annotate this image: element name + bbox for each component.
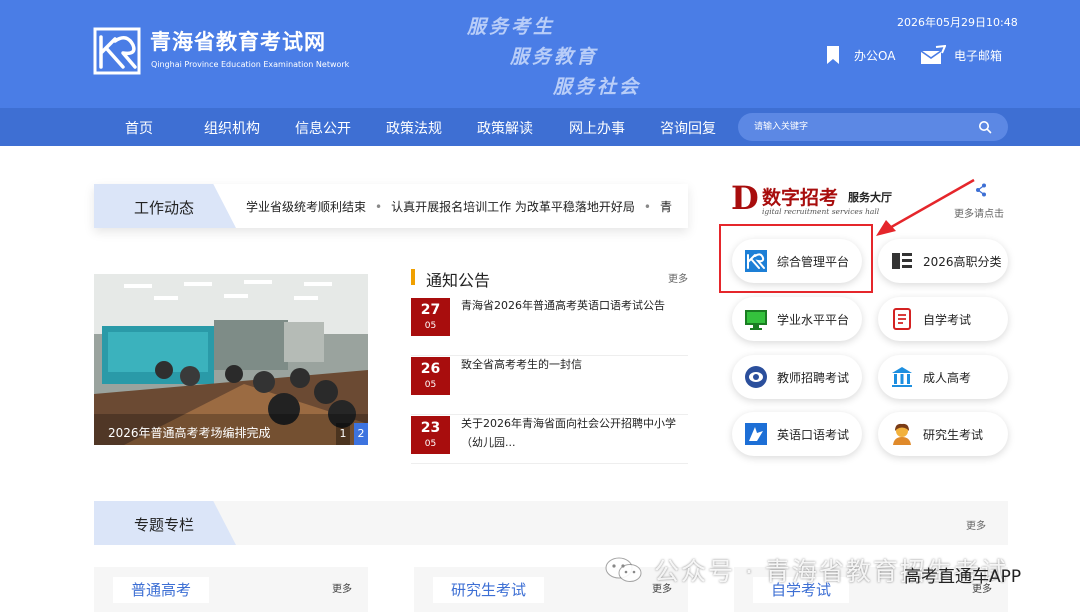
site-logo-icon[interactable] [93, 27, 141, 75]
nav-online-services[interactable]: 网上办事 [569, 118, 625, 138]
notice-day: 27 [420, 302, 441, 318]
graduate-exam-icon [893, 423, 911, 445]
service-vocational-classification[interactable]: 2026高职分类 [878, 239, 1008, 283]
carousel-caption: 2026年普通高考考场编排完成 [108, 426, 271, 440]
service-label: 英语口语考试 [777, 428, 850, 442]
service-english-oral[interactable]: 英语口语考试 [732, 412, 862, 456]
notice-date: 26 05 [411, 357, 450, 395]
service-label: 2026高职分类 [923, 255, 1002, 269]
service-teacher-recruitment[interactable]: 教师招聘考试 [732, 355, 862, 399]
notice-date: 27 05 [411, 298, 450, 336]
notice-title[interactable]: 关于2026年青海省面向社会公开招聘中小学（幼儿园... [461, 414, 686, 452]
work-news-bar: 工作动态 学业省级统考顺利结束 • 认真开展报名培训工作 为改革平稳落地开好局 • 青 [94, 184, 688, 228]
carousel-page-2[interactable]: 2 [354, 423, 368, 445]
ticker-separator: • [643, 200, 651, 214]
search-input[interactable] [754, 119, 964, 135]
notice-title[interactable]: 青海省2026年普通高考英语口语考试公告 [461, 296, 686, 315]
site-subtitle: Qinghai Province Education Examination N… [151, 60, 350, 69]
office-oa-link[interactable]: 办公OA [820, 44, 895, 66]
mail-icon [920, 44, 946, 66]
search-box [738, 113, 1008, 141]
nav-policy-interpretation[interactable]: 政策解读 [477, 118, 533, 138]
hall-logo-letter: D [731, 179, 759, 217]
ticker-item[interactable]: 青 [660, 200, 672, 214]
notices-more-link[interactable]: 更多 [668, 270, 688, 285]
current-datetime: 2026年05月29日10:48 [897, 16, 1018, 29]
service-label: 自学考试 [923, 313, 972, 327]
special-column-bar: 专题专栏 更多 [94, 501, 1008, 545]
service-self-study[interactable]: 自学考试 [878, 297, 1008, 341]
vocational-classification-icon [892, 253, 912, 269]
notices-title: 通知公告 [426, 271, 491, 290]
office-oa-label: 办公OA [854, 48, 896, 63]
special-card-gaokao: 普通高考 更多 [94, 567, 368, 612]
highlight-annotation-box [719, 224, 873, 293]
special-column-label-box: 专题专栏 [94, 501, 236, 545]
carousel-photo [94, 274, 368, 445]
tab-regular-gaokao[interactable]: 普通高考 [113, 577, 210, 603]
news-carousel[interactable]: 2026年普通高考考场编排完成 1 2 [94, 274, 368, 445]
notice-month: 05 [424, 439, 437, 449]
email-label: 电子邮箱 [954, 48, 1003, 63]
notice-day: 26 [420, 361, 441, 377]
email-link[interactable]: 电子邮箱 [920, 44, 1002, 66]
nav-consultation-reply[interactable]: 咨询回复 [660, 118, 716, 138]
special-column-label: 专题专栏 [134, 516, 195, 534]
ticker-separator: • [375, 200, 383, 214]
slogan-students: 服务考生 [467, 16, 556, 38]
wechat-icon [605, 557, 642, 582]
notice-title[interactable]: 致全省高考考生的一封信 [461, 355, 686, 374]
notice-item[interactable]: 26 05 致全省高考考生的一封信 [411, 357, 688, 415]
ticker-item[interactable]: 认真开展报名培训工作 为改革平稳落地开好局 [391, 200, 635, 214]
search-icon[interactable] [978, 120, 992, 134]
self-study-exam-icon [893, 308, 911, 330]
hall-logo-english: igital recruitment services hall [762, 207, 880, 216]
service-label: 成人高考 [923, 371, 972, 385]
service-label: 研究生考试 [923, 428, 984, 442]
english-oral-icon [745, 423, 767, 445]
work-news-ticker: 学业省级统考顺利结束 • 认真开展报名培训工作 为改革平稳落地开好局 • 青 [246, 198, 672, 215]
tab-graduate-exam[interactable]: 研究生考试 [433, 577, 545, 603]
notices-header: 通知公告 更多 [411, 266, 688, 292]
notice-item[interactable]: 23 05 关于2026年青海省面向社会公开招聘中小学（幼儿园... [411, 416, 688, 464]
notice-item[interactable]: 27 05 青海省2026年普通高考英语口语考试公告 [411, 298, 688, 356]
service-academic-level[interactable]: 学业水平平台 [732, 297, 862, 341]
notices-accent-bar [411, 269, 415, 285]
notice-month: 05 [424, 380, 437, 390]
slogan-education: 服务教育 [510, 46, 599, 68]
watermark-app-text: 高考直通车APP [904, 567, 1022, 587]
carousel-page-1[interactable]: 1 [336, 423, 350, 445]
nav-organization[interactable]: 组织机构 [204, 118, 260, 138]
adult-exam-icon [892, 367, 912, 387]
nav-info-disclosure[interactable]: 信息公开 [295, 118, 351, 138]
bookmark-icon [820, 44, 846, 66]
nav-policies-regulations[interactable]: 政策法规 [386, 118, 442, 138]
special-column-more-link[interactable]: 更多 [966, 517, 986, 532]
notice-month: 05 [424, 321, 437, 331]
service-adult-exam[interactable]: 成人高考 [878, 355, 1008, 399]
hall-logo-main: 数字招考 [762, 187, 839, 209]
work-news-label-box: 工作动态 [94, 184, 236, 228]
teacher-recruitment-icon [745, 366, 767, 388]
academic-level-icon [745, 310, 767, 330]
ticker-item[interactable]: 学业省级统考顺利结束 [246, 200, 366, 214]
notice-date: 23 05 [411, 416, 450, 454]
card-more-link[interactable]: 更多 [332, 580, 352, 595]
service-graduate-exam[interactable]: 研究生考试 [878, 412, 1008, 456]
notice-day: 23 [420, 420, 441, 436]
nav-home[interactable]: 首页 [125, 118, 153, 138]
work-news-label: 工作动态 [134, 199, 195, 217]
annotation-arrow-icon [876, 178, 975, 236]
service-label: 学业水平平台 [777, 313, 850, 327]
slogan-society: 服务社会 [553, 76, 642, 98]
service-label: 教师招聘考试 [777, 371, 850, 385]
site-header: 青海省教育考试网 Qinghai Province Education Exam… [0, 0, 1080, 108]
site-title: 青海省教育考试网 [150, 30, 326, 54]
